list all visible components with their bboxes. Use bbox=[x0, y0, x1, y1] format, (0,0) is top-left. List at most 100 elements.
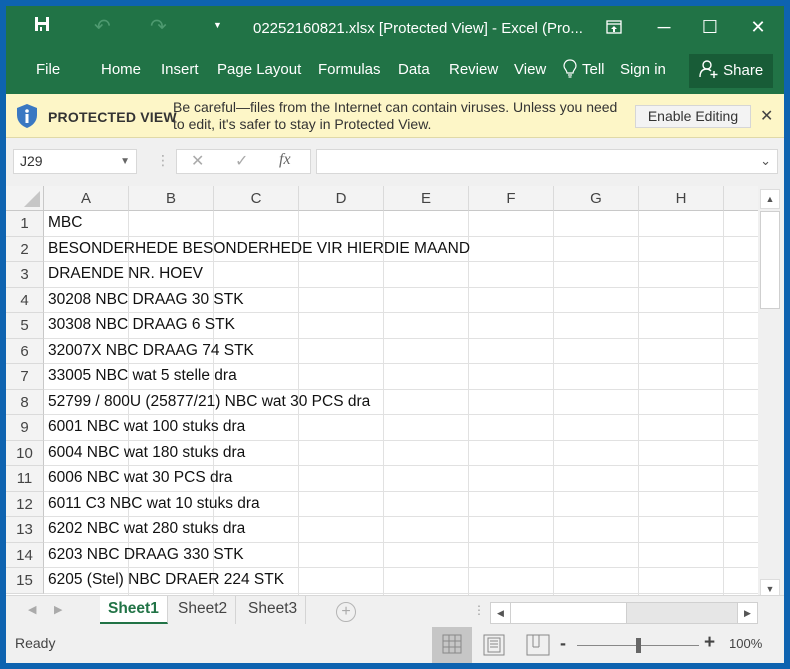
row-cells[interactable]: 30308 NBC DRAAG 6 STK bbox=[44, 313, 758, 339]
add-sheet-button[interactable]: + bbox=[336, 602, 356, 622]
row-header[interactable]: 8 bbox=[6, 389, 44, 415]
cell-a[interactable]: 6001 NBC wat 100 stuks dra bbox=[48, 418, 245, 436]
cell-a[interactable]: 6004 NBC wat 180 stuks dra bbox=[48, 444, 245, 462]
minimize-button[interactable]: ─ bbox=[644, 12, 684, 42]
scroll-right-arrow-icon[interactable]: ▶ bbox=[737, 603, 757, 623]
row-header[interactable]: 9 bbox=[6, 415, 44, 441]
insert-function-icon[interactable]: fx bbox=[279, 151, 291, 169]
redo-icon[interactable]: ↷ bbox=[150, 14, 167, 39]
ribbon-display-options-icon[interactable] bbox=[594, 12, 634, 42]
sign-in-link[interactable]: Sign in bbox=[620, 61, 666, 78]
maximize-button[interactable]: ☐ bbox=[690, 12, 730, 42]
zoom-in-button[interactable]: + bbox=[704, 632, 715, 654]
zoom-level[interactable]: 100% bbox=[729, 636, 762, 651]
normal-view-button[interactable] bbox=[432, 627, 472, 663]
tab-formulas[interactable]: Formulas bbox=[318, 61, 381, 78]
row-cells[interactable]: 6011 C3 NBC wat 10 stuks dra bbox=[44, 492, 758, 517]
close-button[interactable]: ✕ bbox=[738, 12, 778, 42]
row-cells[interactable]: BESONDERHEDE BESONDERHEDE VIR HIERDIE MA… bbox=[44, 237, 758, 262]
row-cells[interactable]: 6006 NBC wat 30 PCS dra bbox=[44, 466, 758, 492]
scroll-left-arrow-icon[interactable]: ◀ bbox=[491, 603, 511, 623]
row-header[interactable]: 6 bbox=[6, 338, 44, 364]
cell-a[interactable]: 30308 NBC DRAAG 6 STK bbox=[48, 316, 235, 334]
cell-a[interactable]: BESONDERHEDE BESONDERHEDE VIR HIERDIE MA… bbox=[48, 240, 470, 258]
sheet-tab-sheet2[interactable]: Sheet2 bbox=[170, 596, 237, 624]
row-header[interactable]: 13 bbox=[6, 517, 44, 543]
spreadsheet-grid[interactable]: ABCDEFGH 1 MBC 2 BESONDERHEDE BESONDERHEDE … bbox=[6, 186, 758, 602]
row-cells[interactable]: 52799 / 800U (25877/21) NBC wat 30 PCS d… bbox=[44, 390, 758, 415]
vertical-scrollbar[interactable]: ▲ ▼ bbox=[758, 186, 784, 602]
row-header[interactable]: 2 bbox=[6, 236, 44, 262]
page-break-view-button[interactable] bbox=[518, 627, 558, 663]
customize-quick-access-icon[interactable]: ▼ bbox=[213, 20, 222, 30]
save-icon[interactable] bbox=[34, 16, 50, 37]
cell-a[interactable]: 52799 / 800U (25877/21) NBC wat 30 PCS d… bbox=[48, 393, 370, 411]
row-header[interactable]: 1 bbox=[6, 211, 44, 237]
cancel-icon[interactable]: ✕ bbox=[191, 151, 204, 171]
row-header[interactable]: 3 bbox=[6, 262, 44, 288]
tab-insert[interactable]: Insert bbox=[161, 61, 199, 78]
chevron-down-icon[interactable]: ▼ bbox=[120, 150, 130, 173]
enter-check-icon[interactable]: ✓ bbox=[235, 151, 248, 171]
cell-a[interactable]: 33005 NBC wat 5 stelle dra bbox=[48, 367, 237, 385]
cell-a[interactable]: 30208 NBC DRAAG 30 STK bbox=[48, 291, 244, 309]
column-header-d[interactable]: D bbox=[299, 186, 384, 211]
tab-split-handle[interactable]: ⋮ bbox=[473, 603, 485, 617]
zoom-slider-thumb[interactable] bbox=[636, 638, 641, 653]
cell-a[interactable]: DRAENDE NR. HOEV bbox=[48, 265, 203, 283]
tab-home[interactable]: Home bbox=[101, 61, 141, 78]
row-cells[interactable]: 33005 NBC wat 5 stelle dra bbox=[44, 364, 758, 390]
row-header[interactable]: 14 bbox=[6, 542, 44, 568]
column-header-g[interactable]: G bbox=[554, 186, 639, 211]
row-cells[interactable]: 6202 NBC wat 280 stuks dra bbox=[44, 517, 758, 543]
column-header-a[interactable]: A bbox=[44, 186, 129, 211]
row-cells[interactable]: 6205 (Stel) NBC DRAER 224 STK bbox=[44, 568, 758, 594]
row-header[interactable]: 7 bbox=[6, 364, 44, 390]
vertical-scroll-thumb[interactable] bbox=[760, 211, 780, 309]
row-header[interactable]: 5 bbox=[6, 313, 44, 339]
name-box[interactable]: J29 ▼ bbox=[13, 149, 137, 174]
lightbulb-icon[interactable] bbox=[563, 59, 577, 83]
select-all-button[interactable] bbox=[6, 186, 44, 211]
column-header-c[interactable]: C bbox=[214, 186, 299, 211]
row-header[interactable]: 15 bbox=[6, 568, 44, 594]
cell-a[interactable]: 6006 NBC wat 30 PCS dra bbox=[48, 469, 232, 487]
cell-a[interactable]: MBC bbox=[48, 214, 82, 232]
cell-a[interactable]: 6205 (Stel) NBC DRAER 224 STK bbox=[48, 571, 284, 589]
page-layout-view-button[interactable] bbox=[474, 627, 514, 663]
sheet-nav-next-icon[interactable]: ▶ bbox=[54, 603, 62, 616]
row-cells[interactable]: 30208 NBC DRAAG 30 STK bbox=[44, 288, 758, 313]
resize-handle[interactable]: ⋮ bbox=[156, 152, 170, 169]
horizontal-scroll-thumb[interactable] bbox=[511, 603, 627, 623]
tab-page-layout[interactable]: Page Layout bbox=[217, 61, 301, 78]
sheet-tab-sheet3[interactable]: Sheet3 bbox=[240, 596, 307, 624]
cell-a[interactable]: 6011 C3 NBC wat 10 stuks dra bbox=[48, 495, 260, 513]
cell-a[interactable]: 6202 NBC wat 280 stuks dra bbox=[48, 520, 245, 538]
formula-input[interactable]: ⌄ bbox=[316, 149, 778, 174]
row-header[interactable]: 10 bbox=[6, 440, 44, 466]
row-header[interactable]: 11 bbox=[6, 466, 44, 492]
column-header-f[interactable]: F bbox=[469, 186, 554, 211]
row-cells[interactable]: 6004 NBC wat 180 stuks dra bbox=[44, 441, 758, 466]
row-cells[interactable]: DRAENDE NR. HOEV bbox=[44, 262, 758, 288]
sheet-nav-prev-icon[interactable]: ◀ bbox=[28, 603, 36, 616]
horizontal-scrollbar[interactable]: ◀ ▶ bbox=[490, 602, 758, 624]
expand-formula-bar-icon[interactable]: ⌄ bbox=[760, 153, 771, 169]
tab-view[interactable]: View bbox=[514, 61, 546, 78]
column-header-h[interactable]: H bbox=[639, 186, 724, 211]
column-header-overflow[interactable] bbox=[724, 186, 758, 211]
row-cells[interactable]: 32007X NBC DRAAG 74 STK bbox=[44, 339, 758, 364]
row-cells[interactable]: 6203 NBC DRAAG 330 STK bbox=[44, 543, 758, 568]
cell-a[interactable]: 32007X NBC DRAAG 74 STK bbox=[48, 342, 254, 360]
column-header-b[interactable]: B bbox=[129, 186, 214, 211]
enable-editing-button[interactable]: Enable Editing bbox=[635, 105, 751, 128]
row-header[interactable]: 12 bbox=[6, 491, 44, 517]
tab-file[interactable]: File bbox=[36, 61, 60, 78]
tab-review[interactable]: Review bbox=[449, 61, 498, 78]
row-cells[interactable]: 6001 NBC wat 100 stuks dra bbox=[44, 415, 758, 441]
undo-icon[interactable]: ↶ bbox=[94, 14, 111, 39]
row-cells[interactable]: MBC bbox=[44, 211, 758, 237]
tab-data[interactable]: Data bbox=[398, 61, 430, 78]
tell-me-search[interactable]: Tell bbox=[582, 61, 605, 78]
sheet-tab-sheet1[interactable]: Sheet1 bbox=[100, 596, 168, 624]
